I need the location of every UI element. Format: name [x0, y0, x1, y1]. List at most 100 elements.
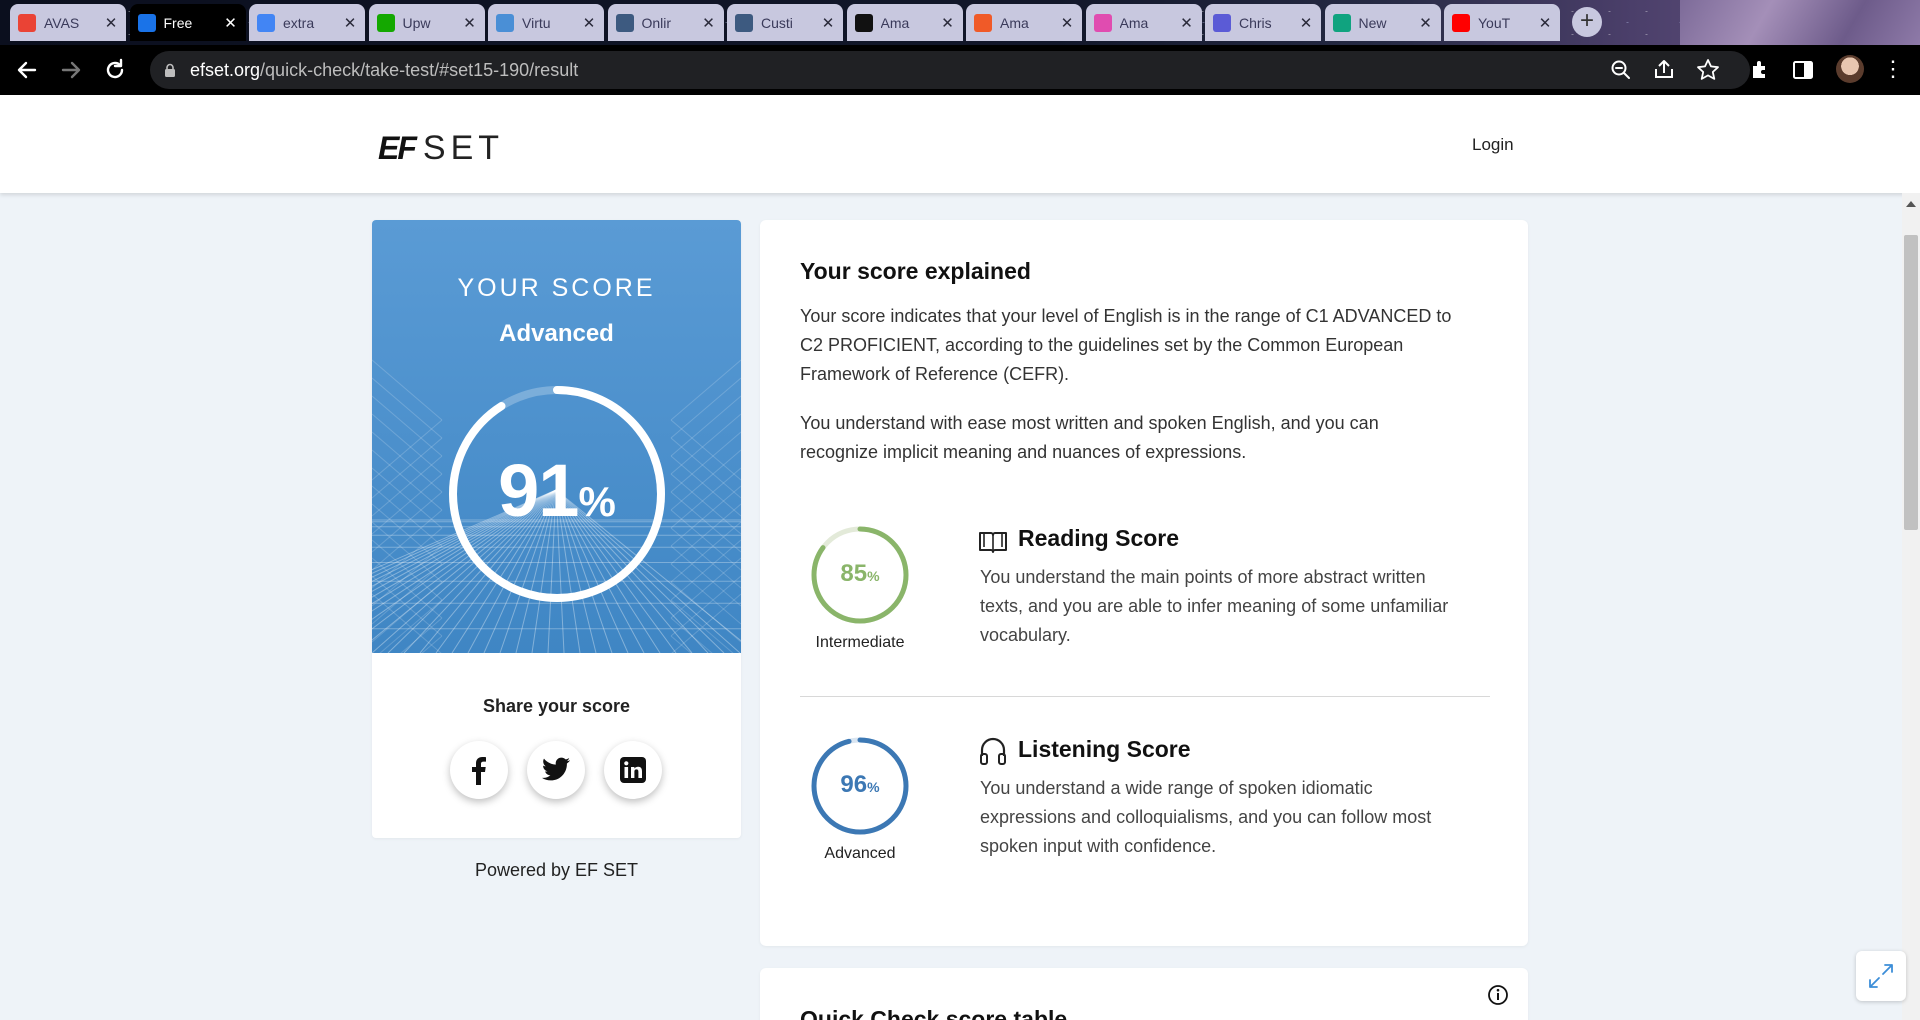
tab-title: Chris — [1239, 14, 1272, 31]
scroll-up-arrow-icon[interactable] — [1906, 201, 1916, 207]
close-tab-icon[interactable]: ✕ — [941, 14, 955, 32]
listening-score: 96% — [810, 771, 910, 799]
reading-title: Reading Score — [1018, 525, 1180, 551]
arrow-left-icon — [17, 61, 37, 79]
share-twitter-button[interactable] — [527, 741, 585, 799]
close-tab-icon[interactable]: ✕ — [702, 14, 716, 32]
description-line: You understand the main points of more a… — [980, 567, 1426, 587]
lock-icon — [165, 63, 175, 77]
close-tab-icon[interactable]: ✕ — [1180, 14, 1194, 32]
browser-tab[interactable]: YouT ✕ — [1444, 4, 1560, 41]
reading-score-percent: % — [867, 568, 880, 584]
description-line: expressions and colloquialisms, and you … — [980, 807, 1432, 827]
pattern-line — [670, 521, 741, 583]
browser-tab[interactable]: Onlir ✕ — [607, 4, 724, 41]
share-title: Share your score — [482, 696, 631, 716]
pattern-line — [670, 557, 741, 619]
reload-icon — [106, 58, 124, 79]
browser-tab[interactable]: Free ✕ — [129, 4, 246, 41]
zoom-icon[interactable] — [1608, 57, 1634, 83]
listening-level: Advanced — [824, 845, 896, 862]
reading-score: 85% — [810, 560, 910, 588]
browser-tab[interactable]: New ✕ — [1324, 4, 1441, 41]
share-facebook-button[interactable] — [450, 741, 508, 799]
openai-icon — [1332, 13, 1351, 32]
pattern-line — [670, 485, 741, 547]
globe-icon — [615, 13, 634, 32]
browser-tab-strip: AVAS ✕ Free ✕ extra ✕ Upw ✕ Virtu ✕ Onlir ✕ Custi ✕ Am… — [0, 0, 1920, 45]
pattern-line — [372, 485, 443, 547]
close-tab-icon[interactable]: ✕ — [343, 14, 357, 32]
close-tab-icon[interactable]: ✕ — [1538, 14, 1552, 32]
browser-tab[interactable]: Chris ✕ — [1205, 4, 1321, 41]
description-line: texts, and you are able to infer meaning… — [980, 596, 1449, 616]
logo-ef: EF — [378, 130, 417, 166]
info-icon[interactable] — [1487, 984, 1509, 1006]
side-panel-icon[interactable] — [1790, 57, 1816, 83]
reload-button[interactable] — [102, 57, 128, 83]
explained-title: Your score explained — [800, 258, 1031, 284]
browser-tab[interactable]: Ama ✕ — [966, 4, 1082, 41]
headphones-icon — [980, 737, 1006, 765]
overall-score-value: 91 — [498, 449, 579, 532]
new-tab-button[interactable]: + — [1572, 7, 1602, 37]
back-button[interactable] — [14, 57, 40, 83]
browser-tab[interactable]: extra ✕ — [249, 4, 365, 41]
paragraph-line: recognize implicit meaning and nuances o… — [800, 442, 1247, 462]
ef-icon — [137, 13, 156, 32]
tab-title: Onlir — [641, 14, 672, 31]
expand-button[interactable] — [1856, 951, 1906, 1001]
tab-title: Upw — [402, 14, 431, 31]
forward-button[interactable] — [58, 57, 84, 83]
pattern-line — [670, 449, 741, 511]
pattern-line — [670, 359, 741, 421]
listening-description: You understand a wide range of spoken id… — [980, 774, 1500, 861]
tab-title: Custi — [761, 14, 793, 31]
overall-score: 91% — [447, 448, 667, 533]
paragraph-line: C2 PROFICIENT, according to the guidelin… — [800, 335, 1404, 355]
pattern-line — [372, 575, 443, 637]
circle-icon — [854, 13, 873, 32]
globe-icon — [735, 13, 753, 32]
close-tab-icon[interactable]: ✕ — [1419, 14, 1433, 32]
score-heading: YOUR SCORE — [457, 274, 656, 302]
close-tab-icon[interactable]: ✕ — [1060, 14, 1074, 32]
listening-title: Listening Score — [1018, 736, 1191, 762]
scrollbar-thumb[interactable] — [1904, 235, 1918, 530]
extensions-puzzle-icon[interactable] — [1748, 57, 1774, 83]
close-tab-icon[interactable]: ✕ — [1299, 14, 1313, 32]
close-tab-icon[interactable]: ✕ — [224, 14, 238, 32]
score-explained-card: Your score explained Your score indicate… — [760, 220, 1528, 946]
close-tab-icon[interactable]: ✕ — [821, 14, 835, 32]
browser-tab[interactable]: Virtu ✕ — [488, 4, 604, 41]
score-panel: YOUR SCORE Advanced 91% — [372, 220, 741, 653]
paragraph-line: You understand with ease most written an… — [800, 413, 1379, 433]
description-line: You understand a wide range of spoken id… — [980, 778, 1373, 798]
page-scrollbar[interactable] — [1902, 193, 1920, 1020]
bookmark-star-icon[interactable] — [1695, 57, 1721, 83]
close-tab-icon[interactable]: ✕ — [582, 14, 596, 32]
site-header: EF SET Login — [0, 95, 1920, 193]
login-link[interactable]: Login — [1472, 135, 1514, 155]
reading-description: You understand the main points of more a… — [980, 563, 1500, 650]
tab-title: Ama — [1119, 14, 1149, 31]
tab-title: Virtu — [522, 14, 551, 31]
pattern-line — [372, 395, 443, 457]
browser-tab[interactable]: Ama ✕ — [1085, 4, 1202, 41]
browser-tab[interactable]: AVAS ✕ — [10, 4, 126, 41]
browser-tab[interactable]: Custi ✕ — [727, 4, 843, 41]
efset-logo[interactable]: EF SET — [378, 129, 504, 168]
address-bar[interactable]: efset.org/quick-check/take-test/#set15-1… — [150, 51, 1750, 89]
share-icon[interactable] — [1651, 57, 1677, 83]
paragraph-line: Framework of Reference (CEFR). — [800, 364, 1070, 384]
profile-avatar[interactable] — [1836, 55, 1864, 83]
browser-tab[interactable]: Upw ✕ — [368, 4, 485, 41]
close-tab-icon[interactable]: ✕ — [463, 14, 477, 32]
youtube-icon — [1452, 13, 1470, 32]
pattern-line — [670, 503, 741, 565]
browser-tab[interactable]: Ama ✕ — [846, 4, 963, 41]
bot-icon — [1213, 13, 1231, 32]
browser-menu-button[interactable]: ⋮ — [1882, 57, 1904, 81]
close-tab-icon[interactable]: ✕ — [104, 14, 118, 32]
share-linkedin-button[interactable] — [604, 741, 662, 799]
